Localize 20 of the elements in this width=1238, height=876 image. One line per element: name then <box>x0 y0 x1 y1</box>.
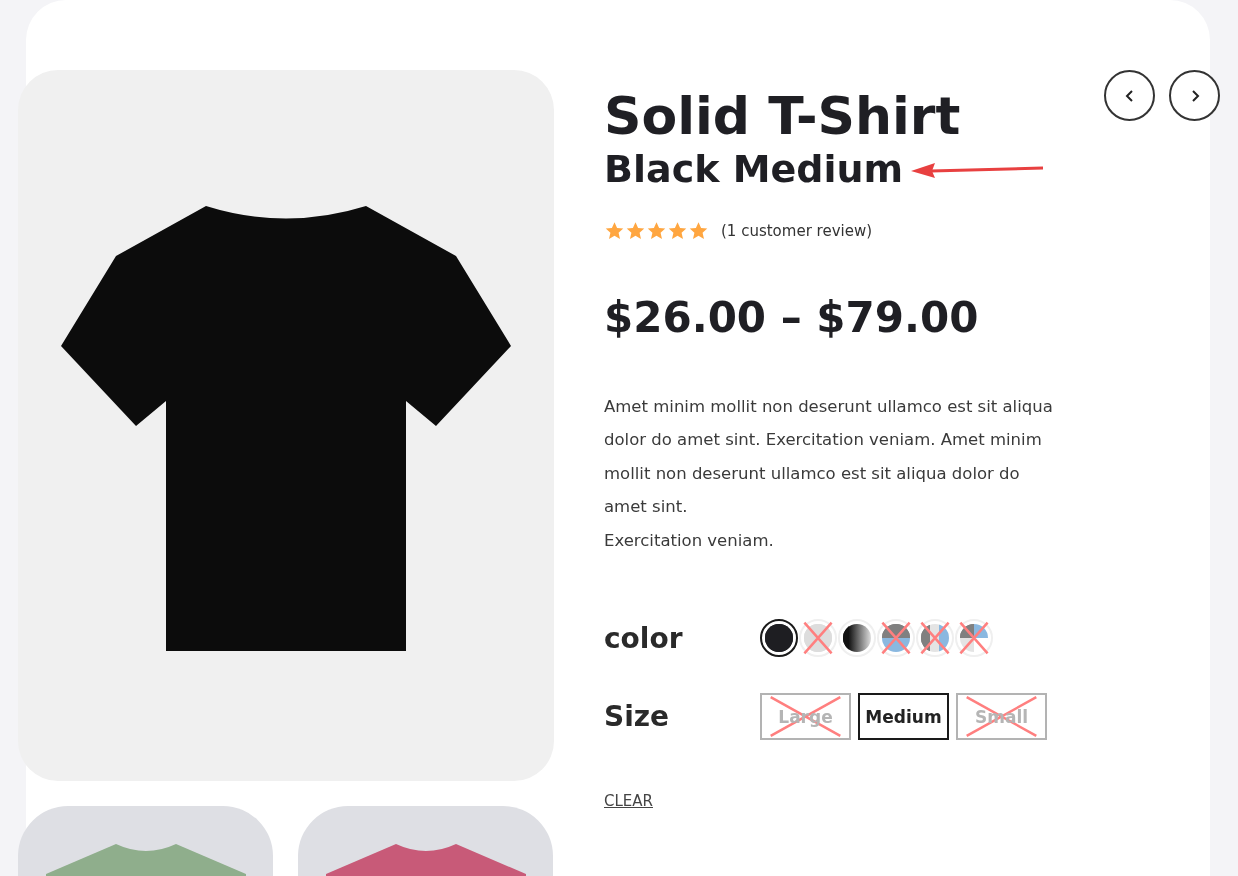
price-range: $26.00 – $79.00 <box>604 292 980 342</box>
star-icon <box>667 220 688 241</box>
cross-mark-icon <box>879 621 913 656</box>
star-icon <box>604 220 625 241</box>
option-label: Size <box>604 700 671 734</box>
product-description: Amet minim mollit non deserunt ullamco est sit aliqua dolor do amet sint. Exercitation veniam. Amet minim mollit non deserunt ullamco est sit aliqua dolor do amet sint. <box>604 395 1054 519</box>
star-icon <box>688 220 709 241</box>
next-button[interactable] <box>1169 70 1220 121</box>
previous-button[interactable] <box>1104 70 1155 121</box>
option-label: color <box>604 621 684 655</box>
star-icon <box>646 220 667 241</box>
product-description: Exercitation veniam. <box>604 529 775 552</box>
star-icon <box>625 220 646 241</box>
cross-mark-icon <box>918 621 952 656</box>
size-option[interactable]: Medium <box>858 693 949 741</box>
product-title: Solid T-Shirt <box>604 88 962 146</box>
variant-title: Black Medium <box>604 147 904 193</box>
cross-mark-icon <box>957 621 991 656</box>
clear-link[interactable]: CLEAR <box>604 792 653 811</box>
review-count[interactable]: (1 customer review) <box>721 221 873 240</box>
